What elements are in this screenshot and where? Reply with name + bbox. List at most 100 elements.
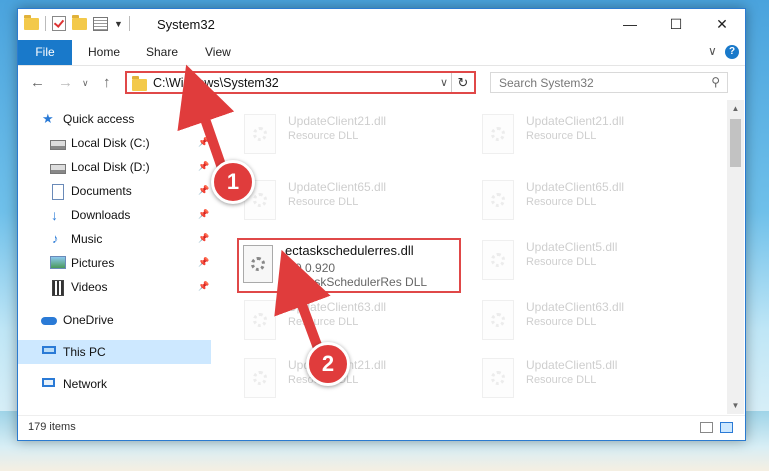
address-path[interactable]: C:\Windows\System32 [153,76,279,90]
download-icon: ↓ [51,207,58,223]
toolbar-divider [128,16,130,31]
large-icons-view-icon[interactable] [720,422,733,433]
document-icon [52,184,64,200]
step-1-badge: 1 [211,160,255,204]
dll-file-icon [244,114,276,154]
sidebar-item-label: Documents [71,184,132,198]
sidebar-item-label: Music [71,232,103,246]
search-box[interactable]: Search System32 ⚲ [490,72,728,93]
sidebar-item-onedrive[interactable]: OneDrive [18,308,211,332]
maximize-button[interactable]: ☐ [653,9,699,40]
highlighted-file-item[interactable]: ectaskschedulerres.dll 7.0.0.920 ECTaskS… [237,238,461,293]
forward-arrow-icon[interactable]: → [58,74,73,91]
file-type: Resource DLL [526,130,597,142]
vertical-scrollbar[interactable]: ▲ ▼ [727,100,744,414]
dll-file-icon [482,300,514,340]
list-item[interactable]: UpdateClient21.dll Resource DLL [476,106,696,164]
sidebar-item-music[interactable]: ♪ Music 📌 [18,227,211,251]
sidebar-item-network[interactable]: Network [18,372,211,396]
file-name: UpdateClient65.dll [526,180,625,194]
file-type: Resource DLL [288,196,359,208]
customize-toolbar-chevron-icon[interactable]: ▼ [114,19,123,29]
file-name: UpdateClient65.dll [288,180,387,194]
list-item[interactable]: UpdateClient65.dll Resource DLL [238,172,458,230]
search-icon[interactable]: ⚲ [711,75,720,89]
navigation-bar: ← → ∨ ↑ C:\Windows\System32 ∨ ↻ Search S… [18,66,745,100]
file-version: 7.0.0.920 [285,261,336,275]
list-item[interactable]: UpdateClient5.dll Resource DLL [476,350,696,404]
dll-file-icon [482,358,514,398]
tab-file[interactable]: File [18,40,72,65]
sidebar-item-label: Downloads [71,208,131,222]
video-icon [52,280,64,296]
recent-locations-chevron-icon[interactable]: ∨ [82,78,89,89]
network-icon [42,378,55,387]
list-item[interactable]: UpdateClient63.dll Resource DLL [476,292,696,350]
sidebar-item-label: Videos [71,280,108,294]
sidebar-item-label: Local Disk (D:) [71,160,150,174]
refresh-icon[interactable]: ↻ [451,73,474,92]
dll-file-icon [482,240,514,280]
details-view-icon[interactable] [700,422,713,433]
close-button[interactable]: ✕ [699,9,745,40]
sidebar-item-label: This PC [63,345,106,359]
dll-file-icon [482,180,514,220]
list-item[interactable]: UpdateClient5.dll Resource DLL [476,232,696,290]
up-arrow-icon[interactable]: ↑ [103,74,111,91]
file-name: UpdateClient63.dll [526,300,625,314]
sidebar-item-local-disk-c[interactable]: Local Disk (C:) 📌 [18,131,211,155]
sidebar-item-videos[interactable]: Videos 📌 [18,275,211,299]
list-item[interactable]: UpdateClient63.dll Resource DLL [238,292,458,350]
sidebar-item-label: Quick access [63,112,135,126]
file-name: UpdateClient21.dll [526,114,625,128]
list-item[interactable]: UpdateClient21.dll Resource DLL [238,106,458,164]
sidebar-item-downloads[interactable]: ↓ Downloads 📌 [18,203,211,227]
expand-ribbon-chevron-icon[interactable]: ∨ [708,44,717,58]
file-name: UpdateClient5.dll [526,240,618,254]
file-type: Resource DLL [526,196,597,208]
tab-view[interactable]: View [205,40,231,65]
file-type: Resource DLL [288,316,359,328]
item-count: 179 items [28,421,76,433]
navigation-pane: ★ Quick access Local Disk (C:) 📌 Local D… [18,100,211,404]
sidebar-item-documents[interactable]: Documents 📌 [18,179,211,203]
properties-icon[interactable] [93,16,108,31]
folder-icon [24,14,39,30]
address-bar[interactable]: C:\Windows\System32 ∨ ↻ [125,71,476,94]
minimize-button[interactable]: — [607,9,653,40]
dll-file-icon [482,114,514,154]
sidebar-item-label: Pictures [71,256,115,270]
toolbar-divider [45,16,46,31]
scroll-down-arrow-icon[interactable]: ▼ [727,401,744,410]
file-name: UpdateClient21.dll [288,114,387,128]
properties-check-icon[interactable] [52,16,66,31]
sidebar-item-quick-access[interactable]: ★ Quick access [18,107,211,131]
sidebar-item-pictures[interactable]: Pictures 📌 [18,251,211,275]
tab-home[interactable]: Home [88,40,120,65]
pin-icon: 📌 [198,233,210,243]
list-item[interactable]: UpdateClient65.dll Resource DLL [476,172,696,230]
window-title: System32 [157,17,215,32]
file-name: UpdateClient5.dll [526,358,618,372]
address-dropdown-chevron-icon[interactable]: ∨ [440,76,448,89]
back-arrow-icon[interactable]: ← [30,74,45,91]
music-icon: ♪ [52,231,59,246]
status-bar: 179 items [18,415,745,440]
new-folder-icon[interactable] [72,14,87,30]
pin-icon: 📌 [198,185,210,195]
ribbon: File Home Share View ∨ ? [18,40,745,66]
scrollbar-thumb[interactable] [730,119,741,167]
file-name: ectaskschedulerres.dll [285,243,414,258]
help-icon[interactable]: ? [725,45,739,59]
sidebar-item-label: Local Disk (C:) [71,136,150,150]
folder-icon [132,76,147,91]
sidebar-item-label: Network [63,377,108,391]
search-input[interactable]: Search System32 [499,76,594,90]
sidebar-item-this-pc[interactable]: This PC [18,340,211,364]
pin-icon: 📌 [198,281,210,291]
cloud-icon [41,317,57,325]
tab-share[interactable]: Share [146,40,178,65]
sidebar-item-local-disk-d[interactable]: Local Disk (D:) 📌 [18,155,211,179]
scroll-up-arrow-icon[interactable]: ▲ [727,104,744,113]
file-list: UpdateClient21.dll Resource DLL UpdateCl… [214,100,727,404]
